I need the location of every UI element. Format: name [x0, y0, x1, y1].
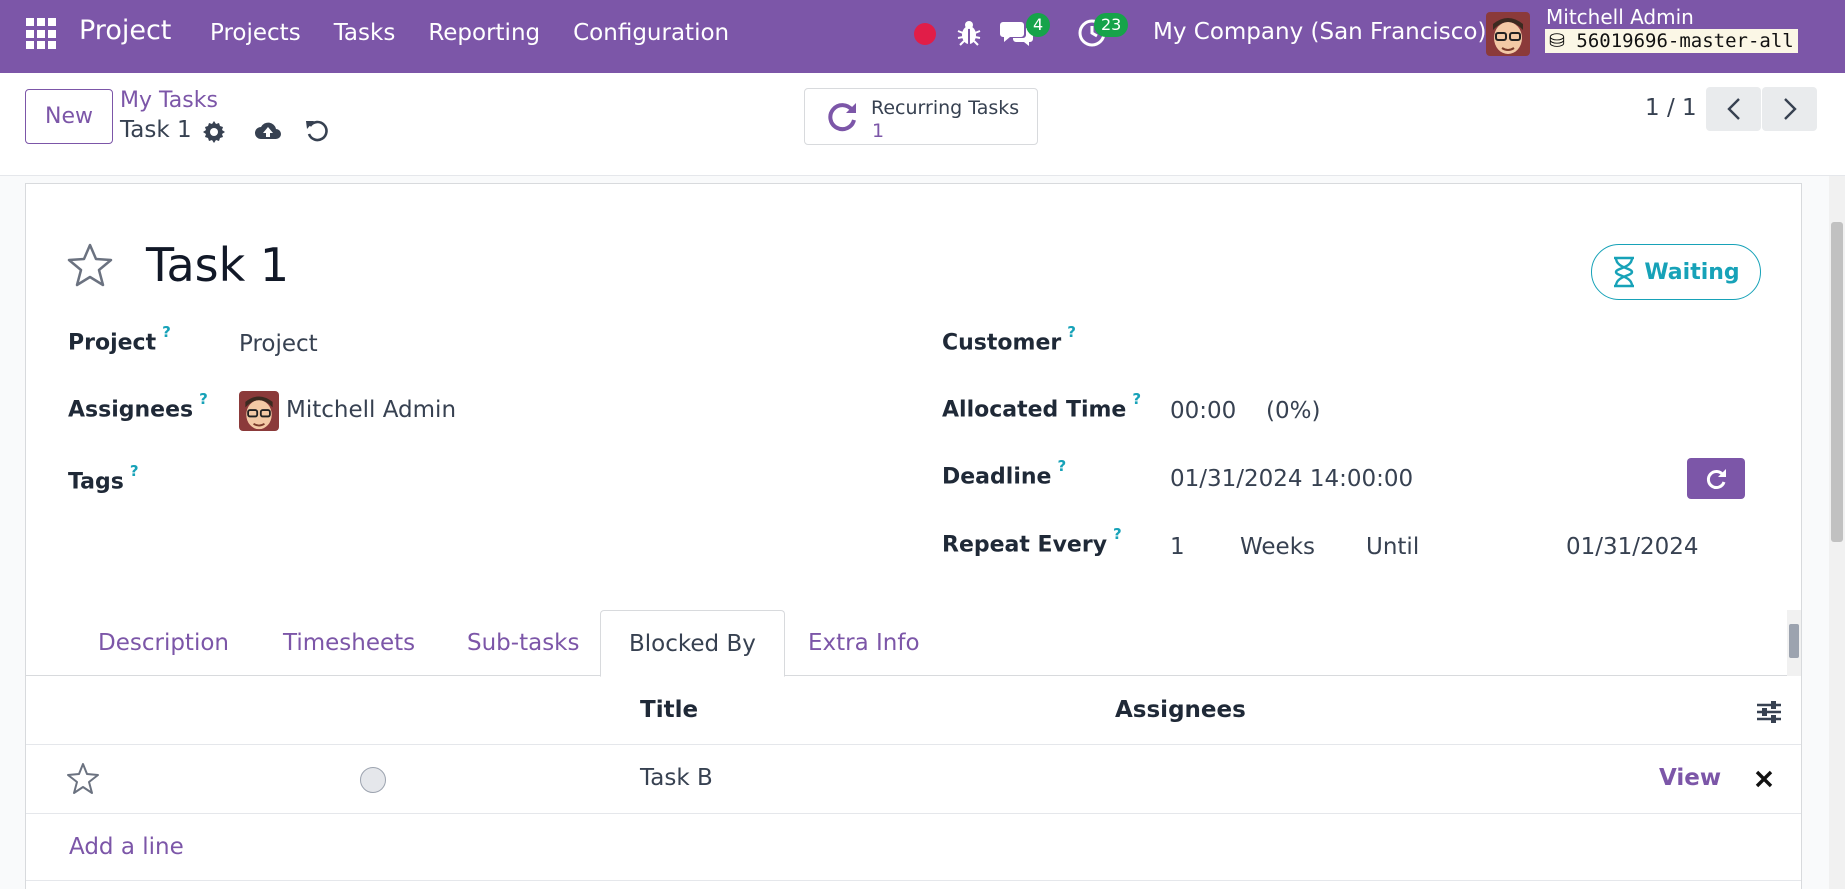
- database-icon: ⛁: [1549, 30, 1565, 52]
- deadline-field[interactable]: 01/31/2024 14:00:00: [1170, 466, 1413, 492]
- company-switcher[interactable]: My Company (San Francisco): [1153, 19, 1486, 45]
- table-row[interactable]: Task B View: [26, 746, 1801, 814]
- recurring-refresh-icon: [828, 103, 856, 132]
- breadcrumb-my-tasks[interactable]: My Tasks: [120, 88, 218, 113]
- refresh-icon: [1706, 468, 1726, 489]
- hourglass-icon: [1614, 256, 1635, 288]
- database-label: 56019696-master-all: [1576, 30, 1794, 52]
- repeat-every-label: Repeat Every?: [942, 525, 1122, 558]
- menu-item-reporting[interactable]: Reporting: [428, 20, 540, 46]
- row-priority-star-icon[interactable]: [66, 762, 100, 796]
- allocated-time-percent: (0%): [1266, 398, 1321, 424]
- control-panel: New My Tasks Task 1 Recurring Tasks 1 1 …: [0, 73, 1845, 176]
- task-state-label: Waiting: [1644, 259, 1740, 285]
- repeat-every-help-icon[interactable]: ?: [1113, 525, 1122, 543]
- tags-help-icon[interactable]: ?: [130, 462, 139, 480]
- customer-label: Customer?: [942, 323, 1076, 356]
- project-label-text: Project: [68, 330, 157, 356]
- notebook-tabs: Description Timesheets Sub-tasks Blocked…: [26, 610, 1801, 677]
- add-a-line-link[interactable]: Add a line: [69, 834, 184, 860]
- breadcrumb-current: Task 1: [120, 117, 192, 143]
- allocated-time-help-icon[interactable]: ?: [1132, 390, 1141, 408]
- allocated-time-field[interactable]: 00:00: [1170, 398, 1236, 424]
- column-assignees[interactable]: Assignees: [1115, 697, 1246, 723]
- allocated-time-label: Allocated Time?: [942, 390, 1141, 423]
- customer-help-icon[interactable]: ?: [1067, 323, 1076, 341]
- repeat-type-select[interactable]: Until: [1366, 534, 1419, 560]
- recurring-tasks-button[interactable]: Recurring Tasks 1: [804, 88, 1038, 145]
- optional-columns-sliders-icon[interactable]: [1755, 699, 1783, 725]
- activities-count-badge: 23: [1094, 13, 1129, 37]
- assignees-label: Assignees?: [68, 390, 208, 423]
- chevron-right-icon: [1783, 98, 1797, 120]
- priority-star-icon[interactable]: [67, 242, 113, 288]
- row-title[interactable]: Task B: [640, 765, 713, 791]
- project-label: Project?: [68, 323, 171, 356]
- allocated-time-label-text: Allocated Time: [942, 397, 1127, 423]
- menu-item-tasks[interactable]: Tasks: [334, 20, 396, 46]
- project-field[interactable]: Project: [239, 331, 318, 357]
- app-grid-icon[interactable]: [26, 18, 58, 50]
- discard-undo-icon[interactable]: [304, 118, 330, 144]
- tags-label: Tags?: [68, 462, 139, 495]
- deadline-label-text: Deadline: [942, 464, 1052, 490]
- deadline-help-icon[interactable]: ?: [1057, 457, 1066, 475]
- task-state-button[interactable]: Waiting: [1591, 244, 1761, 300]
- table-header: Title Assignees: [26, 677, 1801, 745]
- menu-item-projects[interactable]: Projects: [210, 20, 301, 46]
- recurring-tasks-label: Recurring Tasks: [871, 97, 1020, 119]
- tab-timesheets[interactable]: Timesheets: [255, 610, 443, 676]
- repeat-until-field[interactable]: 01/31/2024: [1566, 534, 1699, 560]
- user-avatar[interactable]: [1486, 12, 1530, 56]
- app-brand[interactable]: Project: [79, 15, 171, 46]
- tabs-scrollbar-thumb[interactable]: [1789, 624, 1799, 658]
- customer-label-text: Customer: [942, 330, 1062, 356]
- repeat-every-label-text: Repeat Every: [942, 532, 1108, 558]
- pager-value[interactable]: 1 / 1: [1645, 95, 1697, 121]
- tab-extra-info[interactable]: Extra Info: [780, 610, 948, 676]
- repeat-interval-field[interactable]: 1: [1170, 534, 1185, 560]
- project-help-icon[interactable]: ?: [162, 323, 171, 341]
- assignee-avatar: [239, 391, 279, 431]
- top-navbar: Project Projects Tasks Reporting Configu…: [0, 0, 1845, 73]
- column-title[interactable]: Title: [640, 697, 698, 723]
- tab-sub-tasks[interactable]: Sub-tasks: [439, 610, 607, 676]
- page-scrollbar[interactable]: [1829, 176, 1845, 889]
- tabs-scrollbar[interactable]: [1787, 610, 1801, 676]
- pager-next-button[interactable]: [1762, 87, 1817, 131]
- new-button[interactable]: New: [25, 89, 113, 144]
- recording-indicator-icon[interactable]: [914, 23, 936, 45]
- assignees-label-text: Assignees: [68, 397, 194, 423]
- form-sheet: Task 1 Waiting Project? Project Assignee…: [25, 183, 1802, 889]
- page-scrollbar-thumb[interactable]: [1831, 222, 1843, 542]
- assignee-tag[interactable]: Mitchell Admin: [286, 397, 456, 423]
- deadline-label: Deadline?: [942, 457, 1066, 490]
- recurrence-toggle-button[interactable]: [1687, 458, 1745, 499]
- tab-description[interactable]: Description: [70, 610, 257, 676]
- pager-previous-button[interactable]: [1706, 87, 1761, 131]
- menu-item-configuration[interactable]: Configuration: [573, 20, 729, 46]
- repeat-unit-select[interactable]: Weeks: [1240, 534, 1315, 560]
- row-delete-x-icon[interactable]: [1751, 766, 1777, 792]
- tags-label-text: Tags: [68, 469, 124, 495]
- debug-bug-icon[interactable]: [956, 19, 982, 47]
- tab-blocked-by[interactable]: Blocked By: [600, 610, 785, 677]
- user-name[interactable]: Mitchell Admin: [1546, 5, 1694, 29]
- add-line-row: Add a line: [26, 815, 1801, 881]
- assignees-help-icon[interactable]: ?: [199, 390, 208, 408]
- main-menu: Projects Tasks Reporting Configuration: [210, 20, 762, 46]
- row-view-link[interactable]: View: [1659, 765, 1721, 791]
- database-name: ⛁ 56019696-master-all: [1545, 29, 1798, 53]
- save-cloud-icon[interactable]: [254, 118, 282, 144]
- row-state-circle-icon[interactable]: [360, 767, 386, 793]
- messages-count-badge: 4: [1026, 13, 1051, 37]
- recurring-tasks-count: 1: [872, 120, 885, 142]
- task-title[interactable]: Task 1: [146, 238, 289, 292]
- chevron-left-icon: [1726, 98, 1740, 120]
- gear-icon[interactable]: [202, 120, 226, 144]
